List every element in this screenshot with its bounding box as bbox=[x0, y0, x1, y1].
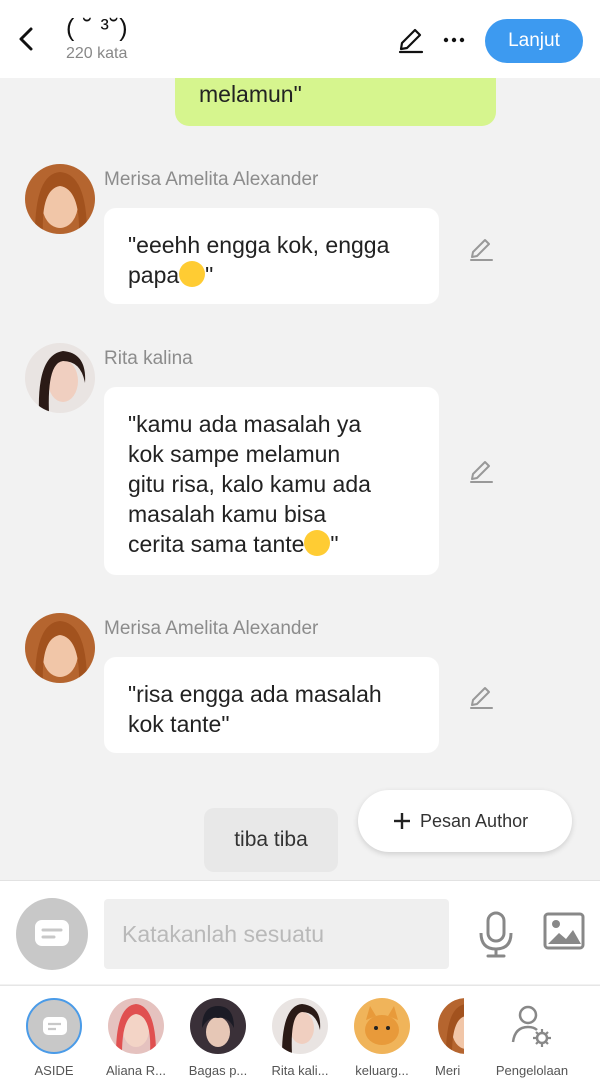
nav-label: ASIDE bbox=[34, 1063, 74, 1078]
avatar-rita[interactable] bbox=[25, 343, 95, 413]
input-bar bbox=[0, 880, 600, 984]
edit-message-icon[interactable] bbox=[468, 458, 494, 484]
nav-item-character[interactable]: Rita kali... bbox=[260, 998, 340, 1078]
nav-label: Meri bbox=[435, 1063, 461, 1078]
avatar bbox=[108, 998, 164, 1054]
avatar bbox=[190, 998, 246, 1054]
aside-icon bbox=[26, 998, 82, 1054]
microphone-icon[interactable] bbox=[476, 909, 516, 959]
edit-pencil-icon[interactable] bbox=[396, 26, 424, 54]
nav-item-character[interactable]: Meri bbox=[424, 998, 464, 1078]
avatar bbox=[354, 998, 410, 1054]
message-bubble[interactable]: "eeehh engga kok, engga papa " bbox=[104, 208, 439, 304]
avatar-merisa[interactable] bbox=[25, 164, 95, 234]
message-text: cerita sama tante bbox=[128, 531, 305, 557]
plus-icon bbox=[394, 813, 410, 829]
edit-message-icon[interactable] bbox=[468, 684, 494, 710]
aside-toggle-button[interactable] bbox=[16, 898, 88, 970]
sender-name: Rita kalina bbox=[104, 348, 193, 369]
message-line: papa " bbox=[128, 260, 415, 290]
avatar-merisa[interactable] bbox=[25, 613, 95, 683]
message-line: kok tante" bbox=[128, 711, 230, 737]
nav-item-character[interactable]: Aliana R... bbox=[96, 998, 176, 1078]
edit-message-icon[interactable] bbox=[468, 236, 494, 262]
author-message-label: Pesan Author bbox=[420, 810, 529, 831]
message-line: "eeehh engga kok, engga bbox=[128, 232, 390, 258]
message-line: masalah kamu bisa bbox=[128, 501, 327, 527]
message-box-icon bbox=[35, 920, 69, 946]
image-icon[interactable] bbox=[542, 911, 586, 951]
nav-label: Bagas p... bbox=[188, 1063, 248, 1078]
avatar bbox=[438, 998, 464, 1054]
manage-user-gear-icon bbox=[504, 998, 560, 1054]
sender-name: Merisa Amelita Alexander bbox=[104, 169, 319, 190]
self-message-bubble[interactable]: melamun" bbox=[175, 78, 496, 126]
message-line: cerita sama tante " bbox=[128, 529, 415, 559]
nav-item-character[interactable]: Bagas p... bbox=[178, 998, 258, 1078]
story-title: ( ˘ ³˘) bbox=[66, 14, 129, 42]
nav-label: Pengelolaan bbox=[495, 1063, 569, 1078]
grinning-emoji-icon bbox=[179, 261, 206, 287]
message-text: papa bbox=[128, 262, 180, 288]
story-title-block: ( ˘ ³˘) 220 kata bbox=[66, 14, 129, 63]
message-text: " bbox=[205, 262, 214, 288]
message-line: gitu risa, kalo kamu ada bbox=[128, 471, 371, 497]
message-bubble[interactable]: "kamu ada masalah ya kok sampe melamun g… bbox=[104, 387, 439, 575]
message-text: " bbox=[330, 531, 339, 557]
avatar bbox=[272, 998, 328, 1054]
nav-label: keluarg... bbox=[355, 1063, 409, 1078]
self-message-text: melamun" bbox=[199, 81, 302, 107]
word-count: 220 kata bbox=[66, 45, 128, 62]
nav-item-character[interactable]: keluarg... bbox=[342, 998, 422, 1078]
author-message-button[interactable]: Pesan Author bbox=[358, 790, 572, 852]
nav-label: Rita kali... bbox=[271, 1063, 329, 1078]
sender-name: Merisa Amelita Alexander bbox=[104, 618, 319, 639]
back-arrow-icon[interactable] bbox=[12, 24, 42, 54]
next-button[interactable]: Lanjut bbox=[485, 19, 583, 63]
more-options-icon[interactable] bbox=[440, 28, 468, 52]
message-line: "kamu ada masalah ya bbox=[128, 411, 362, 437]
smiling-emoji-icon bbox=[304, 530, 331, 556]
message-bubble[interactable]: "risa engga ada masalah kok tante" bbox=[104, 657, 439, 753]
nav-label: Aliana R... bbox=[106, 1063, 166, 1078]
chat-area[interactable]: melamun" Merisa Amelita Alexander "eeehh… bbox=[0, 78, 600, 880]
message-line: "risa engga ada masalah bbox=[128, 681, 382, 707]
message-line: kok sampe melamun bbox=[128, 441, 341, 467]
nav-item-manage[interactable]: Pengelolaan bbox=[490, 998, 574, 1078]
character-bar: ASIDE Aliana R... Bagas p... Rita kali..… bbox=[0, 985, 600, 1087]
message-input[interactable] bbox=[104, 899, 449, 969]
narration-bubble[interactable]: tiba tiba bbox=[204, 808, 338, 872]
top-bar: ( ˘ ³˘) 220 kata Lanjut bbox=[0, 0, 600, 78]
nav-item-aside[interactable]: ASIDE bbox=[14, 998, 94, 1078]
